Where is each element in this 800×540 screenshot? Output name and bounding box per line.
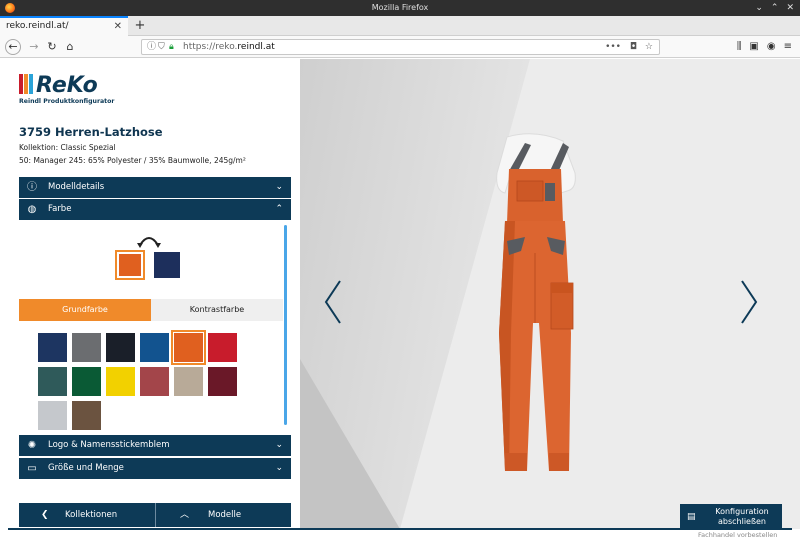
color-swatch[interactable]: [106, 367, 135, 396]
color-swatch[interactable]: [72, 333, 101, 362]
chevron-down-icon: ⌄: [275, 463, 283, 473]
chevron-down-icon: ⌄: [275, 440, 283, 450]
back-button[interactable]: ←: [5, 39, 21, 55]
selected-contrast-color[interactable]: [154, 252, 180, 278]
modelle-button[interactable]: ︿ Modelle: [155, 503, 291, 527]
footer-text[interactable]: Fachhandel vorbestellen: [698, 531, 777, 539]
chevron-down-icon: ⌄: [275, 182, 283, 192]
window-title: Mozilla Firefox: [371, 3, 429, 12]
tab-grundfarbe[interactable]: Grundfarbe: [19, 299, 151, 321]
page-actions-icon[interactable]: •••: [605, 40, 621, 54]
svg-text:Reindl Produktkonfigurator: Reindl Produktkonfigurator: [19, 98, 115, 105]
palette-icon: ◍: [27, 204, 37, 215]
chevron-up-icon: ︿: [180, 510, 190, 520]
navigation-bar: ← → ↻ ⌂ ⓘ ⛉ 🔒︎ https://reko.reindl.at ••…: [0, 36, 800, 58]
tab-kontrastfarbe[interactable]: Kontrastfarbe: [151, 299, 283, 321]
color-swatch[interactable]: [72, 367, 101, 396]
color-swatch[interactable]: [38, 333, 67, 362]
accordion-modelldetails[interactable]: ⓘ Modelldetails ⌄: [19, 177, 291, 198]
forward-button[interactable]: →: [26, 39, 42, 55]
tab-bar: reko.reindl.at/ ✕ +: [0, 16, 800, 36]
konfiguration-abschliessen-button[interactable]: ▤ Konfiguration abschließen: [680, 504, 782, 530]
previous-view-arrow-icon[interactable]: [324, 279, 342, 325]
color-swatch[interactable]: [171, 330, 206, 365]
reload-button[interactable]: ↻: [44, 39, 60, 55]
sidebar-icon[interactable]: ▣: [749, 39, 758, 55]
product-title: 3759 Herren-Latzhose: [19, 125, 163, 139]
color-swatch[interactable]: [140, 333, 169, 362]
window-titlebar: Mozilla Firefox ⌄ ⌃ ✕: [0, 0, 800, 16]
menu-icon[interactable]: ≡: [784, 39, 792, 55]
url-text[interactable]: https://reko.reindl.at: [183, 40, 275, 54]
accordion-groesse[interactable]: ▭ Größe und Menge ⌄: [19, 458, 291, 479]
pocket-icon[interactable]: ◘: [630, 40, 637, 54]
chevron-up-icon: ⌃: [275, 204, 283, 214]
extension-icon[interactable]: ◉: [767, 39, 776, 55]
close-window-icon[interactable]: ✕: [786, 0, 794, 16]
accordion-farbe[interactable]: ◍ Farbe ⌃: [19, 199, 291, 220]
chevron-left-icon: ❮: [41, 510, 49, 520]
aperture-icon: ✺: [27, 440, 37, 451]
color-swatch[interactable]: [208, 367, 237, 396]
color-swatch[interactable]: [38, 367, 67, 396]
url-bar[interactable]: ⓘ ⛉ 🔒︎ https://reko.reindl.at ••• ◘ ☆: [141, 39, 660, 55]
tab-title: reko.reindl.at/: [6, 21, 69, 31]
browser-tab[interactable]: reko.reindl.at/ ✕: [0, 16, 128, 36]
toolbar-right: ⫼ ▣ ◉ ≡: [737, 39, 792, 55]
firefox-logo-icon: [5, 3, 15, 13]
tracking-shield-icon[interactable]: ⛉: [158, 40, 165, 54]
product-viewer: [300, 59, 800, 529]
lock-icon[interactable]: 🔒︎: [169, 40, 174, 54]
library-icon[interactable]: ⫼: [737, 39, 742, 55]
bottom-navigation: ❮ Kollektionen ︿ Modelle: [19, 503, 291, 527]
svg-text:ReKo: ReKo: [36, 73, 98, 98]
maximize-icon[interactable]: ⌃: [771, 0, 779, 16]
page: ReKo Reindl Produktkonfigurator 3759 Her…: [0, 59, 800, 540]
kollektionen-button[interactable]: ❮ Kollektionen: [19, 503, 155, 527]
color-swatch[interactable]: [140, 367, 169, 396]
product-image: [496, 133, 576, 471]
ruler-icon: ▭: [27, 463, 37, 474]
close-tab-icon[interactable]: ✕: [114, 18, 122, 35]
bookmark-star-icon[interactable]: ☆: [645, 40, 653, 54]
configurator-panel: ReKo Reindl Produktkonfigurator 3759 Her…: [0, 59, 300, 540]
product-material: 50: Manager 245: 65% Polyester / 35% Bau…: [19, 156, 246, 165]
document-icon: ▤: [687, 512, 696, 522]
color-tabs: Grundfarbe Kontrastfarbe: [19, 299, 283, 321]
color-swatch[interactable]: [38, 401, 67, 430]
new-tab-button[interactable]: +: [132, 16, 148, 36]
scrollbar[interactable]: [284, 225, 287, 425]
divider: [8, 528, 792, 530]
selected-main-color[interactable]: [115, 250, 145, 280]
window-controls: ⌄ ⌃ ✕: [755, 0, 794, 16]
farbe-content: Grundfarbe Kontrastfarbe: [19, 221, 291, 433]
minimize-icon[interactable]: ⌄: [755, 0, 763, 16]
info-icon[interactable]: ⓘ: [147, 40, 156, 54]
accordion-logo[interactable]: ✺ Logo & Namensstickemblem ⌄: [19, 435, 291, 456]
bottom-strip: [0, 529, 800, 540]
color-swatch[interactable]: [174, 367, 203, 396]
home-button[interactable]: ⌂: [62, 39, 78, 55]
color-swatch[interactable]: [106, 333, 135, 362]
swap-colors-icon[interactable]: [137, 231, 161, 249]
next-view-arrow-icon[interactable]: [740, 279, 758, 325]
reko-logo: ReKo Reindl Produktkonfigurator: [19, 73, 115, 105]
info-circle-icon: ⓘ: [27, 182, 37, 193]
color-swatch[interactable]: [72, 401, 101, 430]
product-collection: Kollektion: Classic Spezial: [19, 143, 116, 152]
color-swatch[interactable]: [208, 333, 237, 362]
